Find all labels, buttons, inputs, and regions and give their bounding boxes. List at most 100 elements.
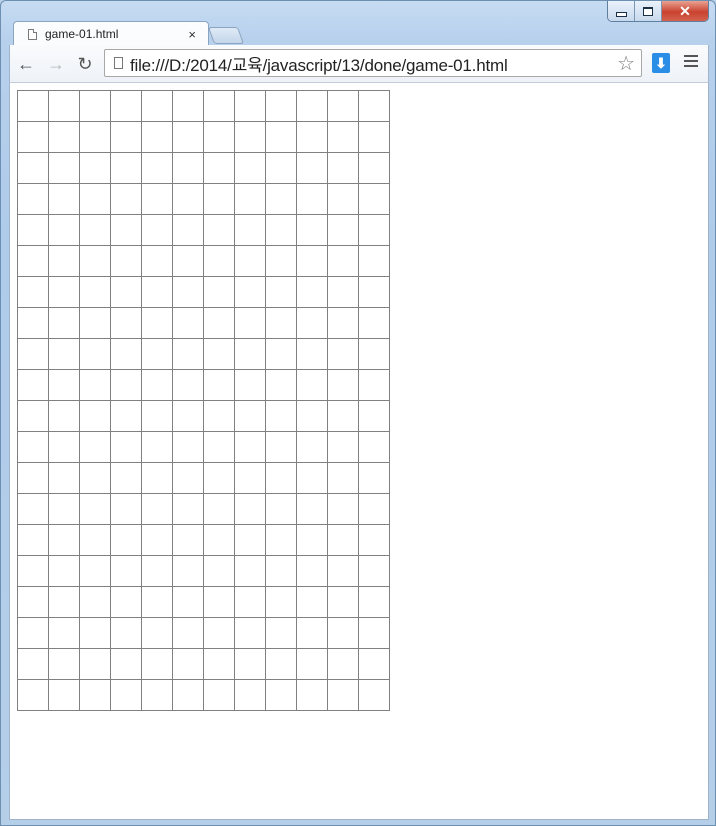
chrome-menu-button[interactable] (684, 55, 698, 70)
grid-cell (266, 308, 297, 339)
grid-cell (49, 153, 80, 184)
grid-cell (49, 91, 80, 122)
grid-cell (204, 587, 235, 618)
grid-cell (173, 525, 204, 556)
download-button[interactable]: ⬇ (652, 53, 670, 73)
grid-cell (111, 680, 142, 711)
grid-cell (111, 122, 142, 153)
grid-cell (328, 680, 359, 711)
grid-cell (204, 649, 235, 680)
grid-cell (80, 556, 111, 587)
grid-cell (204, 215, 235, 246)
grid-cell (359, 246, 390, 277)
grid-cell (49, 122, 80, 153)
grid-cell (235, 401, 266, 432)
grid-cell (80, 184, 111, 215)
menu-icon-bar (684, 60, 698, 62)
grid-cell (49, 525, 80, 556)
grid-cell (49, 494, 80, 525)
grid-cell (18, 308, 49, 339)
maximize-icon (643, 6, 653, 16)
grid-cell (297, 339, 328, 370)
grid-cell (359, 401, 390, 432)
grid-cell (235, 153, 266, 184)
grid-cell (204, 463, 235, 494)
page-icon (28, 28, 37, 40)
grid-cell (142, 153, 173, 184)
grid-cell (204, 339, 235, 370)
grid-cell (142, 432, 173, 463)
minimize-button[interactable] (608, 1, 635, 21)
grid-cell (266, 649, 297, 680)
tab-game-01[interactable]: game-01.html × (13, 21, 209, 46)
menu-icon-bar (684, 55, 698, 57)
grid-cell (111, 556, 142, 587)
grid-cell (359, 184, 390, 215)
grid-cell (18, 277, 49, 308)
grid-cell (80, 153, 111, 184)
grid-cell (18, 649, 49, 680)
grid-cell (142, 308, 173, 339)
grid-cell (111, 494, 142, 525)
grid-cell (142, 618, 173, 649)
close-window-button[interactable]: ✕ (662, 1, 708, 21)
forward-button[interactable]: → (46, 54, 66, 74)
grid-cell (204, 184, 235, 215)
grid-cell (49, 680, 80, 711)
title-bar[interactable]: ✕ game-01.html × (1, 1, 715, 46)
grid-cell (142, 91, 173, 122)
grid-cell (235, 432, 266, 463)
grid-cell (297, 525, 328, 556)
grid-cell (235, 680, 266, 711)
grid-cell (18, 680, 49, 711)
back-button[interactable]: ← (16, 54, 36, 74)
grid-cell (328, 494, 359, 525)
grid-cell (49, 401, 80, 432)
grid-cell (80, 432, 111, 463)
grid-cell (359, 308, 390, 339)
grid-cell (18, 463, 49, 494)
page-viewport (9, 82, 709, 820)
grid-cell (297, 680, 328, 711)
grid-cell (266, 432, 297, 463)
tab-close-icon[interactable]: × (188, 27, 196, 42)
grid-cell (328, 153, 359, 184)
grid-cell (80, 339, 111, 370)
grid-cell (266, 277, 297, 308)
grid-cell (111, 370, 142, 401)
grid-cell (173, 401, 204, 432)
bookmark-star-icon[interactable]: ☆ (617, 51, 635, 76)
menu-icon-bar (684, 65, 698, 67)
grid-cell (266, 215, 297, 246)
grid-cell (18, 370, 49, 401)
grid-cell (173, 618, 204, 649)
grid-cell (49, 308, 80, 339)
grid-cell (142, 649, 173, 680)
grid-cell (142, 401, 173, 432)
download-icon: ⬇ (655, 54, 667, 71)
grid-cell (80, 122, 111, 153)
address-bar[interactable]: file:///D:/2014/교육/javascript/13/done/ga… (104, 49, 642, 77)
grid-cell (80, 401, 111, 432)
grid-cell (359, 91, 390, 122)
grid-cell (18, 556, 49, 587)
reload-button[interactable]: ↻ (75, 54, 95, 74)
grid-cell (235, 184, 266, 215)
grid-cell (266, 680, 297, 711)
new-tab-button[interactable] (207, 27, 245, 44)
grid-cell (235, 370, 266, 401)
grid-cell (266, 246, 297, 277)
url-text[interactable]: file:///D:/2014/교육/javascript/13/done/ga… (130, 51, 617, 76)
grid-cell (328, 215, 359, 246)
grid-cell (142, 277, 173, 308)
grid-cell (111, 339, 142, 370)
grid-cell (142, 525, 173, 556)
grid-cell (359, 277, 390, 308)
grid-cell (297, 587, 328, 618)
grid-cell (80, 91, 111, 122)
grid-cell (111, 215, 142, 246)
grid-cell (80, 308, 111, 339)
grid-cell (173, 184, 204, 215)
grid-cell (173, 494, 204, 525)
maximize-button[interactable] (635, 1, 662, 21)
